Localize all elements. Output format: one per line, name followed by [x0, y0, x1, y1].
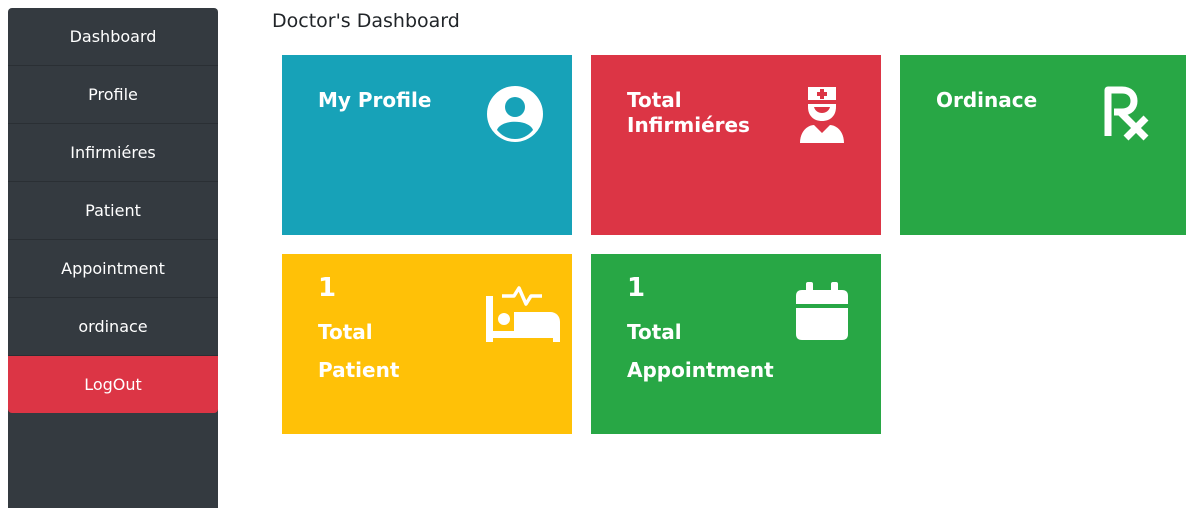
total-infirmieres-tile[interactable]: Total Infirmiéres: [591, 55, 881, 235]
sidebar-item-ordinace[interactable]: ordinace: [8, 298, 218, 356]
tile-title: Ordinace: [936, 88, 1038, 112]
nurse-icon: [796, 83, 848, 145]
ordinace-tile[interactable]: Ordinace: [900, 55, 1186, 235]
patient-count: 1: [318, 273, 337, 303]
prescription-icon: [1102, 86, 1150, 142]
sidebar-item-appointment[interactable]: Appointment: [8, 240, 218, 298]
sidebar-item-patient[interactable]: Patient: [8, 182, 218, 240]
total-appointment-tile[interactable]: 1 Total Appointment: [591, 254, 881, 434]
tile-label-line1: Total: [318, 320, 373, 344]
calendar-icon: [796, 282, 848, 340]
sidebar-item-profile[interactable]: Profile: [8, 66, 218, 124]
total-patient-tile[interactable]: 1 Total Patient: [282, 254, 572, 434]
appointment-count: 1: [627, 273, 646, 303]
page-title: Doctor's Dashboard: [272, 10, 460, 32]
tile-title-line2: Infirmiéres: [627, 113, 750, 137]
sidebar-item-logout[interactable]: LogOut: [8, 356, 218, 413]
sidebar: Dashboard Profile Infirmiéres Patient Ap…: [8, 8, 218, 508]
tile-title: Total Infirmiéres: [627, 88, 787, 138]
tile-label-line1: Total: [627, 320, 682, 344]
tile-label-line2: Appointment: [627, 358, 774, 382]
hospital-bed-icon: [484, 282, 564, 342]
my-profile-tile[interactable]: My Profile: [282, 55, 572, 235]
sidebar-item-dashboard[interactable]: Dashboard: [8, 8, 218, 66]
tile-title: My Profile: [318, 88, 432, 112]
user-circle-icon: [487, 86, 543, 142]
tile-title-line1: Total: [627, 88, 682, 112]
sidebar-item-infirmieres[interactable]: Infirmiéres: [8, 124, 218, 182]
tile-label-line2: Patient: [318, 358, 400, 382]
